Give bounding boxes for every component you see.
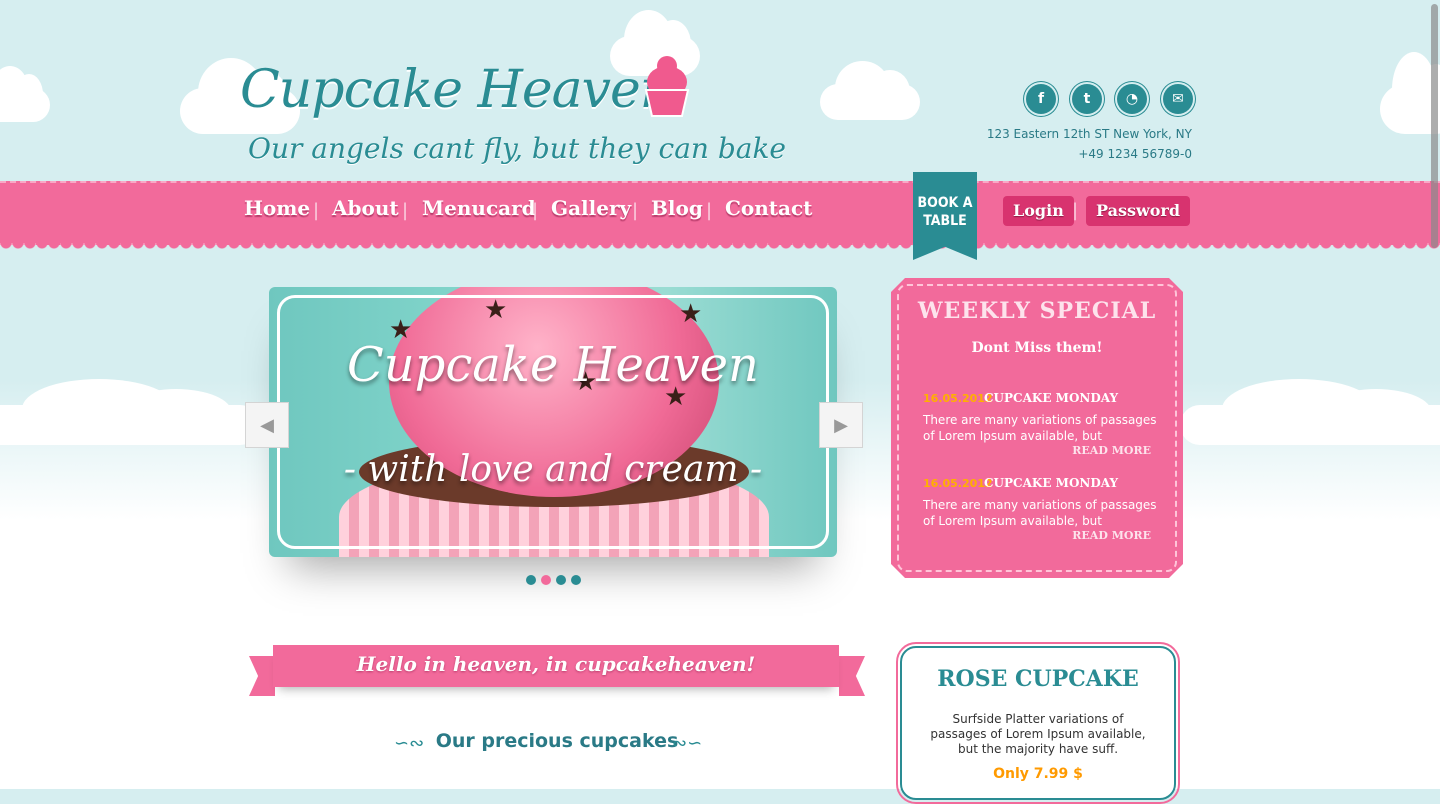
scrollbar[interactable] <box>1431 4 1438 248</box>
cupcake-logo-icon <box>644 56 690 117</box>
nav-gallery[interactable]: Gallery <box>551 196 631 220</box>
slider-next-button[interactable]: ▶ <box>819 402 863 448</box>
product-price: Only 7.99 $ <box>993 766 1083 782</box>
nav-menucard[interactable]: Menucard <box>422 196 536 220</box>
slide-title: Cupcake Heaven <box>347 337 759 393</box>
image-slider[interactable]: ★ ★ ★ ★ ★ Cupcake Heaven - with love and… <box>269 287 837 557</box>
cloud <box>820 60 920 120</box>
nav-contact[interactable]: Contact <box>725 196 812 220</box>
ribbon-end-left <box>249 656 275 696</box>
entry-date: 16.05.2012 <box>923 477 993 490</box>
login-button[interactable]: Login <box>1003 196 1074 226</box>
cloud <box>1180 379 1440 445</box>
product-description: Surfside Platter variations of passages … <box>930 712 1146 756</box>
logo-title[interactable]: Cupcake Heaven <box>240 60 673 120</box>
nav-separator: | <box>706 200 713 221</box>
tagline: Our angels cant fly, but they can bake <box>248 132 787 165</box>
nav-blog[interactable]: Blog <box>651 196 703 220</box>
twitter-icon[interactable]: t <box>1072 84 1102 114</box>
read-more-link[interactable]: READ MORE <box>1072 444 1151 457</box>
slide-frame <box>277 295 829 549</box>
weekly-special-title: WEEKLY SPECIAL <box>917 298 1157 324</box>
ribbon-end-right <box>839 656 865 696</box>
slider-prev-button[interactable]: ◀ <box>245 402 289 448</box>
nav-separator: | <box>532 200 539 221</box>
email-icon[interactable]: ✉ <box>1163 84 1193 114</box>
nav-separator: | <box>632 200 639 221</box>
nav-separator: | <box>1072 200 1079 221</box>
entry-text: There are many variations of passages of… <box>923 413 1157 443</box>
slide-subtitle: - with love and cream - <box>343 449 763 490</box>
rss-icon[interactable]: ◔ <box>1117 84 1147 114</box>
cloud <box>0 65 50 122</box>
product-title[interactable]: ROSE CUPCAKE <box>902 666 1174 692</box>
slider-dot[interactable] <box>526 575 536 585</box>
facebook-icon[interactable]: f <box>1026 84 1056 114</box>
slider-dot-active[interactable] <box>541 575 551 585</box>
password-button[interactable]: Password <box>1086 196 1191 226</box>
address: 123 Eastern 12th ST New York, NY <box>986 127 1192 141</box>
slider-dot[interactable] <box>571 575 581 585</box>
cloud <box>0 379 260 445</box>
nav-separator: | <box>313 200 320 221</box>
read-more-link[interactable]: READ MORE <box>1072 529 1151 542</box>
book-a-table-button[interactable]: BOOK A TABLE <box>913 172 977 260</box>
entry-title[interactable]: CUPCAKE MONDAY <box>984 391 1118 405</box>
slider-dot[interactable] <box>556 575 566 585</box>
nav-bar <box>0 181 1440 251</box>
weekly-special-subtitle: Dont Miss them! <box>971 340 1103 356</box>
entry-date: 16.05.2012 <box>923 392 993 405</box>
swirl-ornament-icon: ∾∽ <box>672 733 703 754</box>
nav-separator: | <box>402 200 409 221</box>
entry-title[interactable]: CUPCAKE MONDAY <box>984 476 1118 490</box>
nav-home[interactable]: Home <box>244 196 310 220</box>
phone-number: +49 1234 56789-0 <box>1078 147 1192 161</box>
welcome-ribbon-text: Hello in heaven, in cupcakeheaven! <box>356 652 756 676</box>
nav-about[interactable]: About <box>332 196 399 220</box>
rose-cupcake-card: ROSE CUPCAKE Surfside Platter variations… <box>896 642 1180 804</box>
entry-text: There are many variations of passages of… <box>923 498 1157 528</box>
weekly-special-panel: WEEKLY SPECIAL Dont Miss them! 16.05.201… <box>891 278 1183 578</box>
